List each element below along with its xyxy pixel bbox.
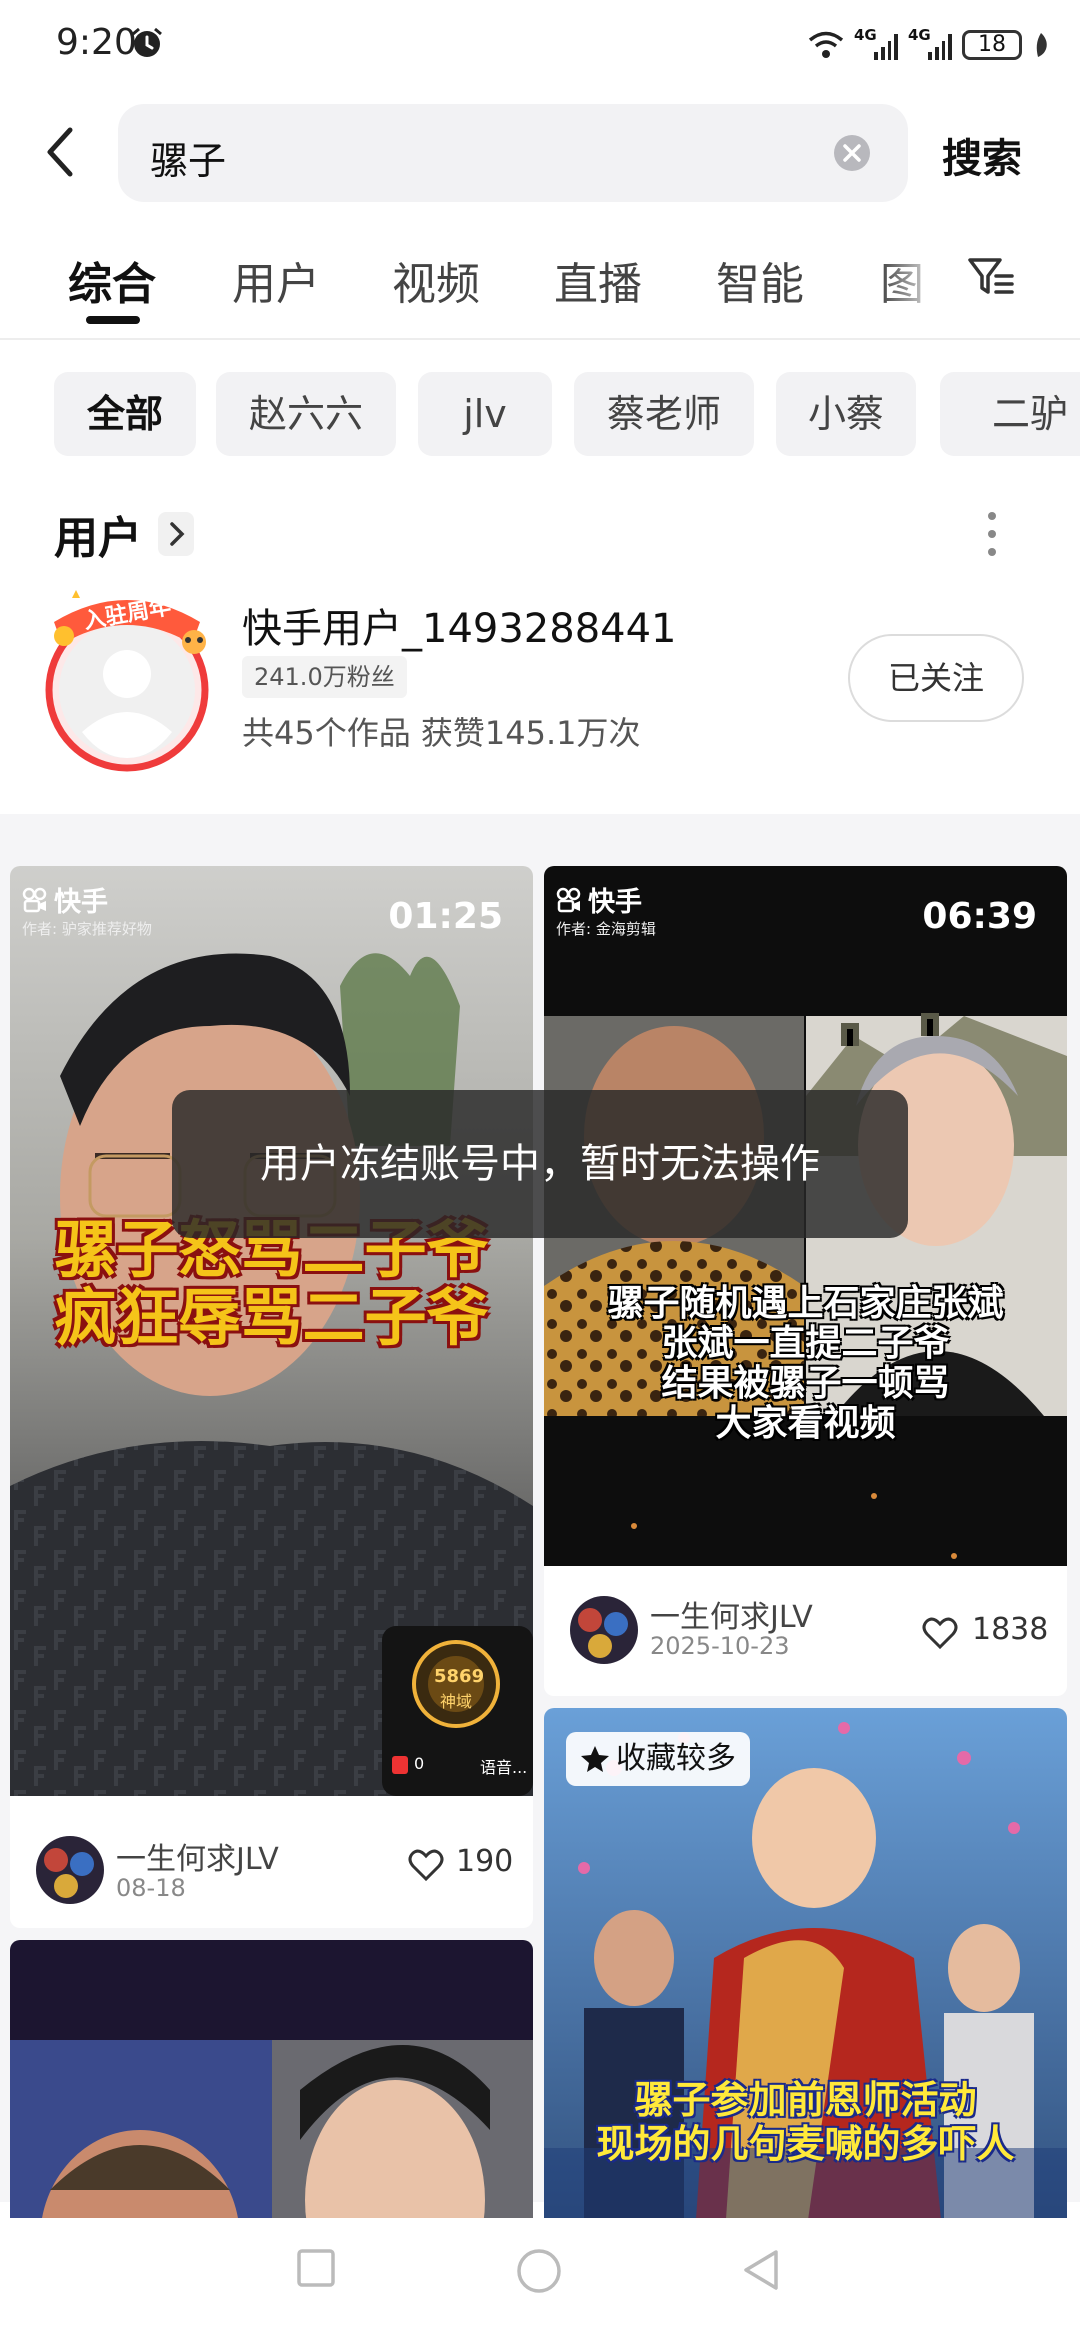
chevron-right-icon[interactable]: [158, 512, 194, 556]
video-thumbnail[interactable]: [10, 1940, 533, 2240]
like-count: 1838: [972, 1612, 1049, 1647]
video-card[interactable]: 快手 作者: 金海剪辑 06:39 骡子随机遇上石家庄张斌 张斌一直提二子爷 结…: [544, 866, 1067, 1696]
tab-all[interactable]: 综合: [68, 248, 156, 312]
wifi-icon: [808, 31, 844, 58]
home-icon[interactable]: [516, 2248, 562, 2294]
star-icon: [581, 1746, 609, 1772]
chip-all[interactable]: 全部: [54, 372, 196, 456]
tab-fade: [880, 240, 960, 330]
active-tab-indicator: [86, 316, 140, 324]
chip-item[interactable]: 小蔡: [776, 372, 916, 456]
chip-item[interactable]: 蔡老师: [574, 372, 754, 456]
video-duration: 01:25: [388, 896, 503, 937]
follow-button[interactable]: 已关注: [848, 634, 1024, 722]
video-caption: 骡子随机遇上石家庄张斌 张斌一直提二子爷 结果被骡子一顿骂 大家看视频: [607, 1283, 1004, 1444]
search-button[interactable]: 搜索: [942, 126, 1022, 184]
tab-videos[interactable]: 视频: [392, 248, 480, 312]
status-bar: 9:20 4G 4G 18: [0, 0, 1080, 90]
users-section-title[interactable]: 用户: [54, 502, 142, 566]
app-root: 9:20 4G 4G 18 骡子 搜索 综合 用户 视频 直播 智能 全部 赵六…: [0, 0, 1080, 2331]
video-author: 作者: 驴家推荐好物: [22, 920, 152, 938]
kuaishou-logo: 快手: [556, 880, 642, 919]
card-footer: 一生何求JLV 2025-10-23 1838: [544, 1566, 1067, 1696]
status-time: 9:20: [56, 22, 137, 63]
back-icon[interactable]: [40, 124, 80, 180]
heart-icon[interactable]: [408, 1848, 444, 1882]
system-nav-bar: [0, 2218, 1080, 2331]
live-count: 0: [414, 1754, 425, 1773]
post-date: 08-18: [116, 1874, 186, 1902]
tab-live[interactable]: 直播: [554, 248, 642, 312]
signal-icon: 4G: [854, 26, 898, 60]
heart-icon[interactable]: [922, 1616, 958, 1650]
user-stats: 共45个作品 获赞145.1万次: [242, 714, 641, 752]
more-icon[interactable]: [986, 510, 998, 558]
kuaishou-logo: 快手: [22, 880, 108, 919]
signal-icon: 4G: [908, 26, 952, 60]
filter-icon[interactable]: [966, 254, 1016, 300]
user-name[interactable]: 快手用户_1493288441: [242, 596, 677, 654]
alarm-icon: [132, 27, 162, 57]
card-footer: 一生何求JLV 08-18 190: [10, 1796, 533, 1926]
search-query[interactable]: 骡子: [150, 130, 226, 185]
video-thumbnail[interactable]: 快手 作者: 驴家推荐好物 01:25 骡子怒骂二子爷 疯狂辱骂二子爷 5869…: [10, 866, 533, 1796]
tab-users[interactable]: 用户: [232, 248, 320, 312]
chip-item[interactable]: 二驴: [940, 372, 1080, 456]
video-duration: 06:39: [922, 896, 1037, 937]
chip-item[interactable]: 赵六六: [216, 372, 396, 456]
user-avatar[interactable]: 入驻周年: [42, 582, 212, 772]
favorite-badge: 收藏较多: [566, 1732, 750, 1786]
kuaishou-icon: [22, 887, 47, 912]
author-name[interactable]: 一生何求JLV: [650, 1592, 813, 1636]
search-input[interactable]: 骡子: [118, 104, 908, 202]
author-avatar[interactable]: [36, 1836, 104, 1904]
video-author: 作者: 金海剪辑: [556, 920, 656, 938]
live-badge-sub: 神域: [440, 1692, 473, 1711]
chip-item[interactable]: jlv: [418, 372, 552, 456]
video-card[interactable]: 快手 作者: 驴家推荐好物 01:25 骡子怒骂二子爷 疯狂辱骂二子爷 5869…: [10, 866, 533, 1928]
tab-smart[interactable]: 智能: [716, 248, 804, 312]
fans-count: 241.0万粉丝: [242, 656, 407, 698]
filter-chips: 全部 赵六六 jlv 蔡老师 小蔡 二驴: [0, 372, 1080, 458]
author-avatar[interactable]: [570, 1596, 638, 1664]
battery-icon: 18: [962, 30, 1022, 60]
live-badge-number: 5869: [434, 1666, 485, 1687]
kuaishou-icon: [556, 887, 581, 912]
author-name[interactable]: 一生何求JLV: [116, 1834, 279, 1878]
live-label: 语音...: [480, 1758, 528, 1777]
like-count: 190: [456, 1844, 514, 1879]
clear-icon[interactable]: [834, 135, 870, 171]
video-caption: 骡子参加前恩师活动 现场的几句麦喊的多吓人: [596, 2078, 1015, 2166]
toast-message: 用户冻结账号中，暂时无法操作: [172, 1090, 908, 1238]
search-tabs: 综合 用户 视频 直播 智能 图: [0, 240, 1080, 340]
recents-icon[interactable]: [296, 2248, 336, 2288]
leaf-icon: [1036, 33, 1047, 57]
video-card[interactable]: [10, 1940, 533, 2240]
post-date: 2025-10-23: [650, 1632, 790, 1660]
status-icons: 4G 4G 18: [808, 20, 1050, 70]
video-thumbnail[interactable]: [544, 1708, 1067, 2248]
back-nav-icon[interactable]: [740, 2248, 782, 2292]
video-card[interactable]: 收藏较多 骡子参加前恩师活动 现场的几句麦喊的多吓人: [544, 1708, 1067, 2248]
